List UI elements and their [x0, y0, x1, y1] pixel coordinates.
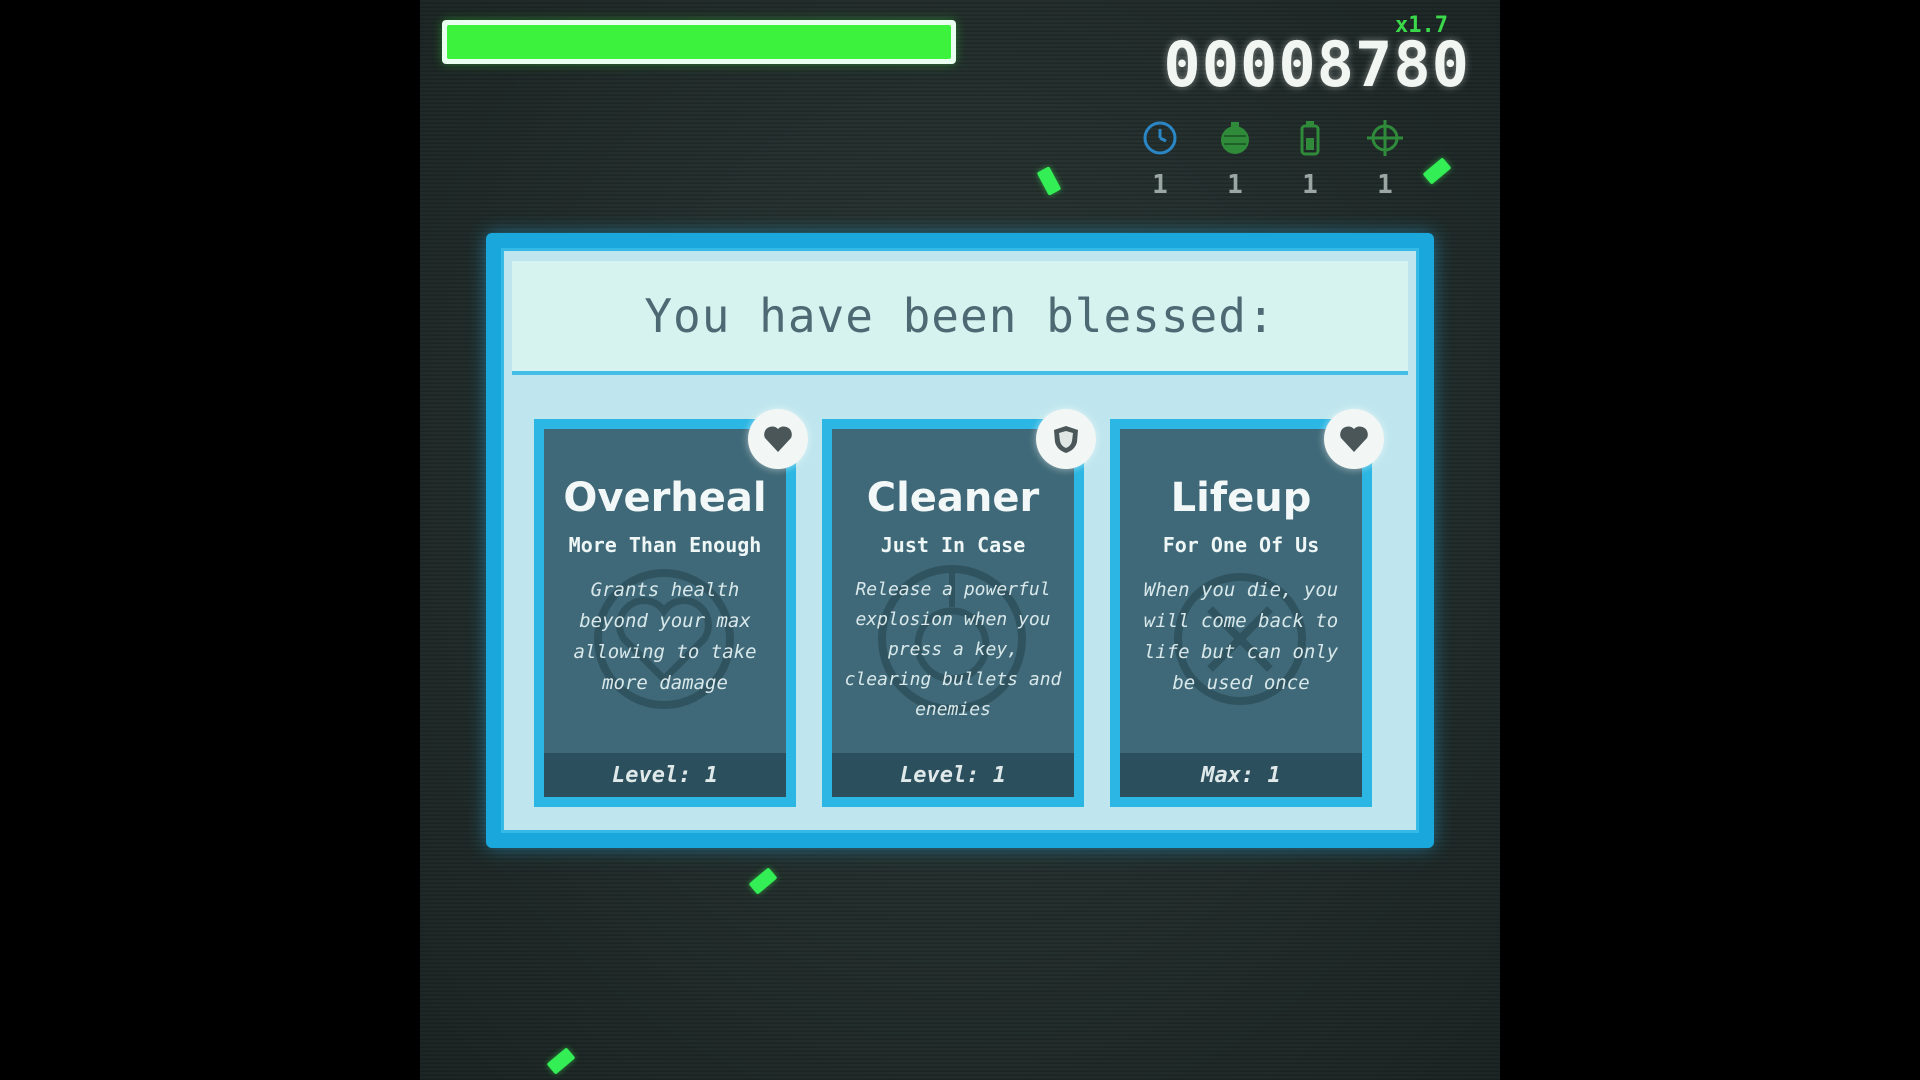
shield-icon	[1054, 426, 1078, 453]
card-face: Lifeup For One Of Us When you die, you w…	[1120, 429, 1362, 797]
score-counter: 00008780	[1163, 28, 1470, 101]
card-face: Overheal More Than Enough Grants health …	[544, 429, 786, 797]
card-description: Grants health beyond your max allowing t…	[573, 579, 757, 694]
powerup-slot-grenade: 1	[1215, 118, 1255, 218]
card-description: When you die, you will come back to life…	[1143, 579, 1339, 694]
dialog-header: You have been blessed:	[512, 261, 1408, 375]
blessing-dialog: You have been blessed: Overheal More Tha…	[486, 233, 1434, 848]
powerup-count: 1	[1152, 170, 1168, 200]
card-description: Release a powerful explosion when you pr…	[844, 579, 1062, 720]
pickup-shard	[1036, 166, 1062, 196]
card-badge	[1036, 409, 1096, 469]
battery-icon	[1300, 121, 1320, 156]
pickup-shard	[748, 867, 778, 895]
powerup-count: 1	[1302, 170, 1318, 200]
blessing-dialog-panel: You have been blessed: Overheal More Tha…	[501, 248, 1419, 833]
card-overheal[interactable]: Overheal More Than Enough Grants health …	[534, 409, 808, 807]
dialog-title: You have been blessed:	[644, 289, 1276, 343]
card-level: Max: 1	[1120, 753, 1362, 797]
grenade-icon	[1221, 122, 1249, 154]
heart-icon	[1340, 426, 1368, 452]
crosshair-icon	[1367, 120, 1403, 156]
card-level: Level: 1	[832, 753, 1074, 797]
card-level: Level: 1	[544, 753, 786, 797]
powerup-inventory: 1 1 1 1	[1140, 118, 1460, 218]
card-cleaner[interactable]: Cleaner Just In Case Release a powerful …	[822, 409, 1096, 807]
game-screen: x1.7 00008780 1 1 1 1 You have been bles…	[0, 0, 1920, 1080]
card-lifeup[interactable]: Lifeup For One Of Us When you die, you w…	[1110, 409, 1384, 807]
powerup-count: 1	[1377, 170, 1393, 200]
card-badge	[748, 409, 808, 469]
heart-icon	[764, 426, 792, 452]
card-subtitle: Just In Case	[880, 533, 1026, 557]
card-name: Lifeup	[1170, 475, 1312, 521]
card-subtitle: For One Of Us	[1162, 533, 1320, 557]
card-badge	[1324, 409, 1384, 469]
card-face: Cleaner Just In Case Release a powerful …	[832, 429, 1074, 797]
playfield: x1.7 00008780 1 1 1 1 You have been bles…	[420, 0, 1500, 1080]
powerup-slot-crosshair: 1	[1365, 118, 1405, 218]
powerup-slot-battery: 1	[1290, 118, 1330, 218]
pickup-shard	[546, 1047, 576, 1075]
powerup-slot-clock: 1	[1140, 118, 1180, 218]
card-name: Cleaner	[866, 475, 1040, 521]
clock-icon	[1143, 121, 1177, 155]
powerup-count: 1	[1227, 170, 1243, 200]
health-bar	[442, 20, 956, 64]
card-subtitle: More Than Enough	[568, 533, 762, 557]
health-bar-fill	[447, 25, 951, 59]
card-name: Overheal	[563, 475, 767, 521]
